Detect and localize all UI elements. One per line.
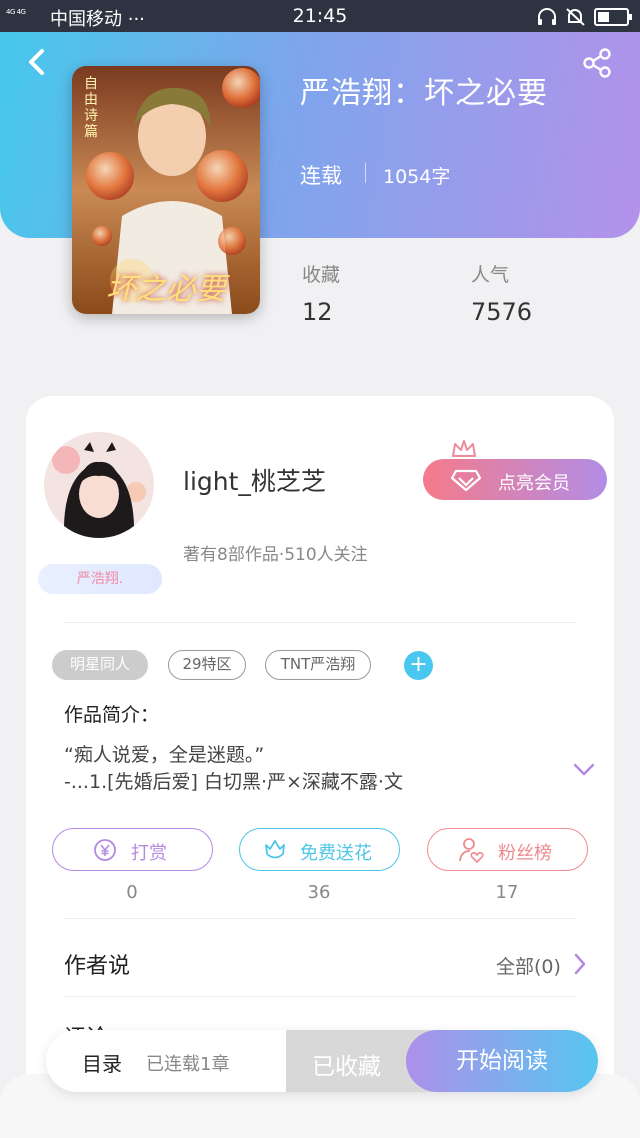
serial-status: 连载 — [300, 164, 342, 188]
chapter-count: 已连载1章 — [146, 1054, 230, 1075]
tag-chip[interactable]: TNT严浩翔 — [265, 650, 371, 680]
crown-icon — [452, 440, 476, 457]
divider — [64, 996, 576, 997]
reward-count: 0 — [126, 882, 138, 903]
yen-coin-icon — [94, 839, 116, 861]
word-count: 1054字 — [383, 166, 451, 188]
favorited-label: 已收藏 — [312, 1054, 381, 1080]
free-flower-button[interactable]: 免费送花 — [239, 828, 400, 871]
vip-member-button[interactable]: 点亮会员 — [423, 459, 607, 500]
chevron-down-icon[interactable] — [572, 762, 596, 778]
vip-member-label: 点亮会员 — [498, 473, 570, 494]
cover-title: 坏之必要 — [106, 272, 226, 307]
user-heart-icon — [459, 838, 484, 864]
author-avatar[interactable] — [44, 432, 154, 538]
tag-chip[interactable]: 明星同人 — [52, 650, 148, 680]
cover-side-text: 自由诗篇 — [84, 76, 98, 140]
author-name[interactable]: light_桃芝芝 — [183, 462, 326, 498]
share-icon[interactable] — [582, 47, 614, 79]
tag-chip[interactable]: 29特区 — [168, 650, 246, 680]
fan-count: 17 — [495, 882, 519, 903]
divider — [64, 918, 576, 919]
author-meta: 著有8部作品·510人关注 — [183, 545, 368, 565]
flower-count: 36 — [307, 882, 331, 903]
book-title: 严浩翔：坏之必要 — [300, 76, 548, 111]
add-tag-button[interactable]: + — [404, 651, 433, 680]
book-cover[interactable]: 自由诗篇 坏之必要 — [72, 66, 260, 314]
toc-button[interactable]: 目录 — [82, 1048, 122, 1077]
headset-icon — [538, 8, 556, 25]
chevron-right-icon[interactable] — [572, 952, 588, 976]
favorites-count: 12 — [302, 298, 333, 326]
chevron-left-icon[interactable] — [24, 46, 50, 78]
reward-label: 打赏 — [131, 843, 167, 864]
fan-ranking-label: 粉丝榜 — [498, 843, 552, 864]
free-flower-label: 免费送花 — [300, 843, 372, 864]
intro-heading: 作品简介： — [64, 704, 160, 726]
flower-icon — [265, 840, 285, 859]
bottom-action-bar: 目录 已连载1章 已收藏 开始阅读 — [46, 1030, 598, 1092]
popularity-label: 人气 — [471, 264, 510, 286]
favorites-label: 收藏 — [302, 264, 341, 286]
view-all-link[interactable]: 全部(0) — [496, 952, 561, 979]
reward-button[interactable]: 打赏 — [52, 828, 213, 871]
intro-text: “痴人说爱，全是迷题。” -...1.[先婚后爱] 白切黑·严×深藏不露·文 — [64, 744, 403, 793]
popularity-count: 7576 — [471, 298, 533, 326]
status-bar: 4G 4G 中国移动 ··· 21:45 — [0, 0, 640, 32]
fan-ranking-button[interactable]: 粉丝榜 — [427, 828, 588, 871]
battery-icon — [594, 8, 632, 26]
divider — [64, 622, 576, 623]
fan-badge: 严浩翔. — [38, 564, 162, 594]
author-says-heading: 作者说 — [64, 954, 131, 979]
mute-bell-icon — [566, 8, 585, 26]
start-reading-button[interactable]: 开始阅读 — [406, 1030, 598, 1092]
diamond-icon — [451, 469, 481, 492]
avatar-image — [44, 432, 154, 538]
divider — [365, 163, 366, 183]
